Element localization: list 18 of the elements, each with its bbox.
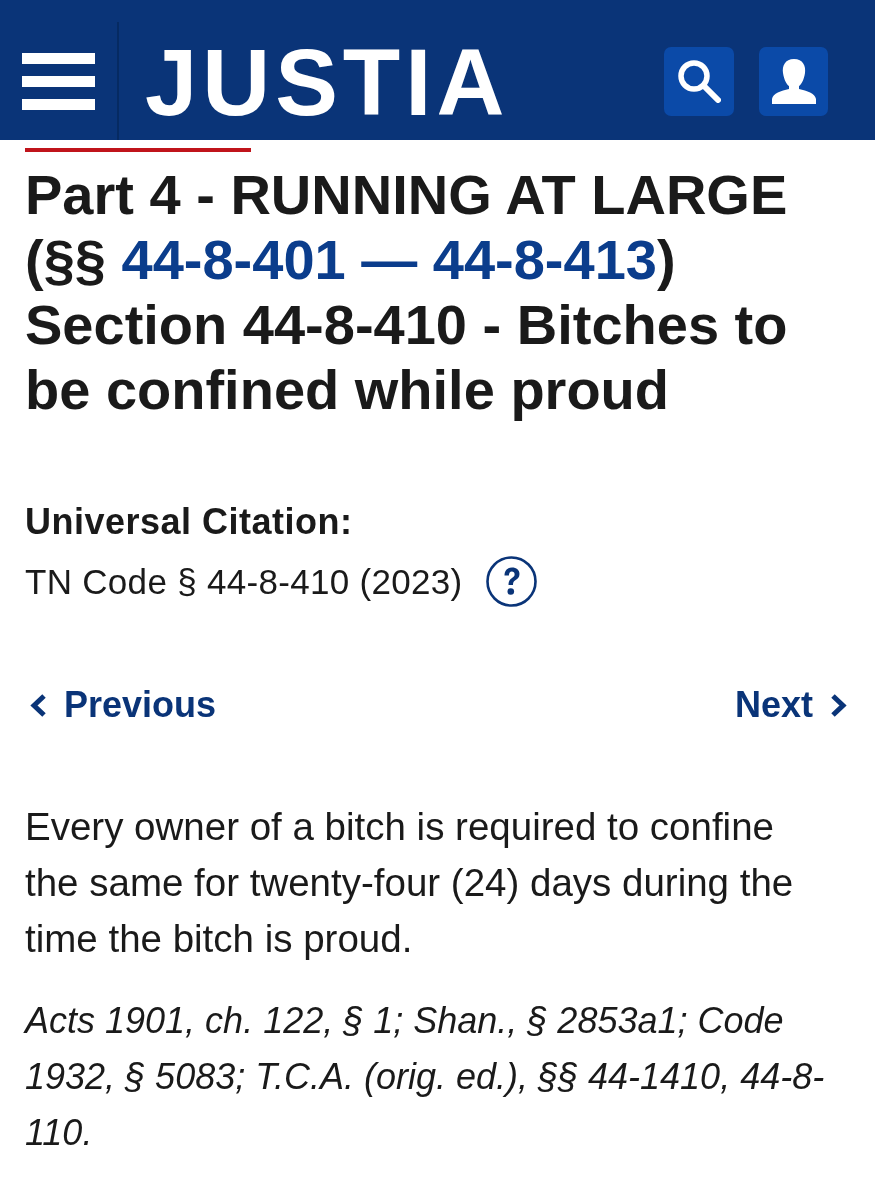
previous-link[interactable]: Previous	[25, 685, 217, 725]
part-heading: Part 4 - RUNNING AT LARGE (§§ 44-8-401 — 44-8-413)	[25, 162, 789, 292]
chevron-right-icon	[831, 693, 847, 717]
citation-label: Universal Citation:	[25, 502, 354, 542]
statute-range-link[interactable]: 44-8-401 — 44-8-413	[121, 228, 657, 291]
history-note: Acts 1901, ch. 122, § 1; Shan., § 2853a1; Code 1932, § 5083; T.C.A. (orig. ed.), §§ 44-1410, 44-8-110.	[25, 999, 826, 1155]
search-icon	[677, 59, 721, 103]
section-heading: Section 44-8-410 - Bitches to be confined while proud	[25, 292, 789, 422]
account-button[interactable]	[759, 46, 828, 116]
chevron-left-icon	[30, 693, 46, 717]
next-link[interactable]: Next	[734, 685, 847, 725]
citation-text: TN Code § 44-8-410 (2023)	[25, 561, 463, 602]
search-button[interactable]	[664, 46, 734, 116]
menu-icon[interactable]	[22, 52, 95, 110]
statute-text: Every owner of a bitch is required to confine the same for twenty-four (24) days during the time the bitch is proud.	[25, 804, 795, 962]
justia-logo[interactable]: JUSTIA	[145, 36, 510, 130]
user-icon	[770, 58, 817, 104]
help-icon[interactable]	[486, 556, 538, 607]
